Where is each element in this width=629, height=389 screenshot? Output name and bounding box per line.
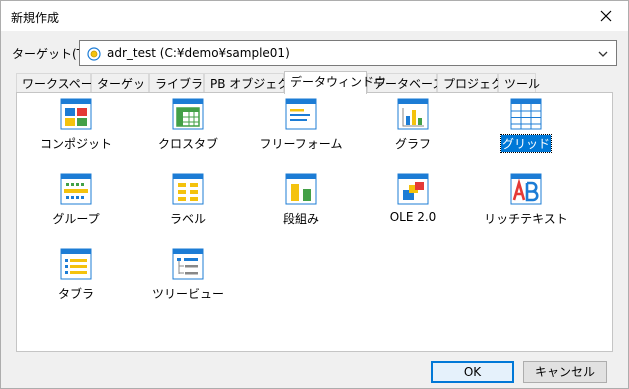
grid-icon <box>510 98 542 130</box>
item-label: フリーフォーム <box>259 137 343 151</box>
item-label: グループ <box>52 212 100 226</box>
tab-label: データウィンドウ <box>290 75 387 89</box>
item-label: クロスタブ <box>157 137 218 151</box>
close-button[interactable] <box>584 1 628 31</box>
treeview-icon <box>172 248 204 280</box>
tab-label: ターゲット <box>97 77 158 91</box>
tab-pb-object[interactable]: PB オブジェクト <box>204 73 301 93</box>
label-icon <box>172 173 204 205</box>
dialog-title: 新規作成 <box>11 11 60 25</box>
tab-workspace[interactable]: ワークスペース <box>16 73 104 93</box>
target-icon <box>87 47 101 61</box>
item-label: リッチテキスト <box>484 212 568 226</box>
ok-button[interactable]: OK <box>431 361 514 383</box>
tab-datawindow[interactable]: データウィンドウ <box>284 71 386 94</box>
tab-target[interactable]: ターゲット <box>91 73 157 93</box>
close-icon <box>600 10 612 22</box>
title-bar: 新規作成 <box>1 1 628 31</box>
cancel-button[interactable]: キャンセル <box>523 361 607 383</box>
ncolumn-icon <box>285 173 317 205</box>
group-icon <box>60 173 92 205</box>
crosstab-icon <box>172 98 204 130</box>
freeform-icon <box>285 98 317 130</box>
ole-icon <box>397 173 429 205</box>
target-dropdown[interactable]: adr_test (C:¥demo¥sample01) <box>79 40 617 66</box>
item-label: ラベル <box>169 212 206 226</box>
tab-tool[interactable]: ツール <box>498 73 540 93</box>
target-value: adr_test (C:¥demo¥sample01) <box>107 46 290 60</box>
tab-library[interactable]: ライブラリ <box>149 73 215 93</box>
graph-icon <box>397 98 429 130</box>
item-label: コンポジット <box>39 137 112 151</box>
tab-project[interactable]: プロジェクト <box>437 73 515 93</box>
tabular-icon <box>60 248 92 280</box>
item-label: 段組み <box>282 212 319 226</box>
composite-icon <box>60 98 92 130</box>
chevron-down-icon <box>598 51 608 57</box>
datawindow-panel: コンポジット クロスタブ フリーフォーム グラフ グリッド グループ ラベル 段… <box>16 92 613 352</box>
richtext-icon <box>510 173 542 205</box>
item-label: タブラ <box>57 287 94 301</box>
item-label: OLE 2.0 <box>389 210 437 224</box>
item-label: ツリービュー <box>151 287 224 301</box>
new-dialog: 新規作成 ターゲット(T): adr_test (C:¥demo¥sample0… <box>0 0 629 389</box>
item-label: グラフ <box>394 137 431 151</box>
item-label: グリッド <box>499 134 553 153</box>
tab-label: ツール <box>504 77 541 91</box>
